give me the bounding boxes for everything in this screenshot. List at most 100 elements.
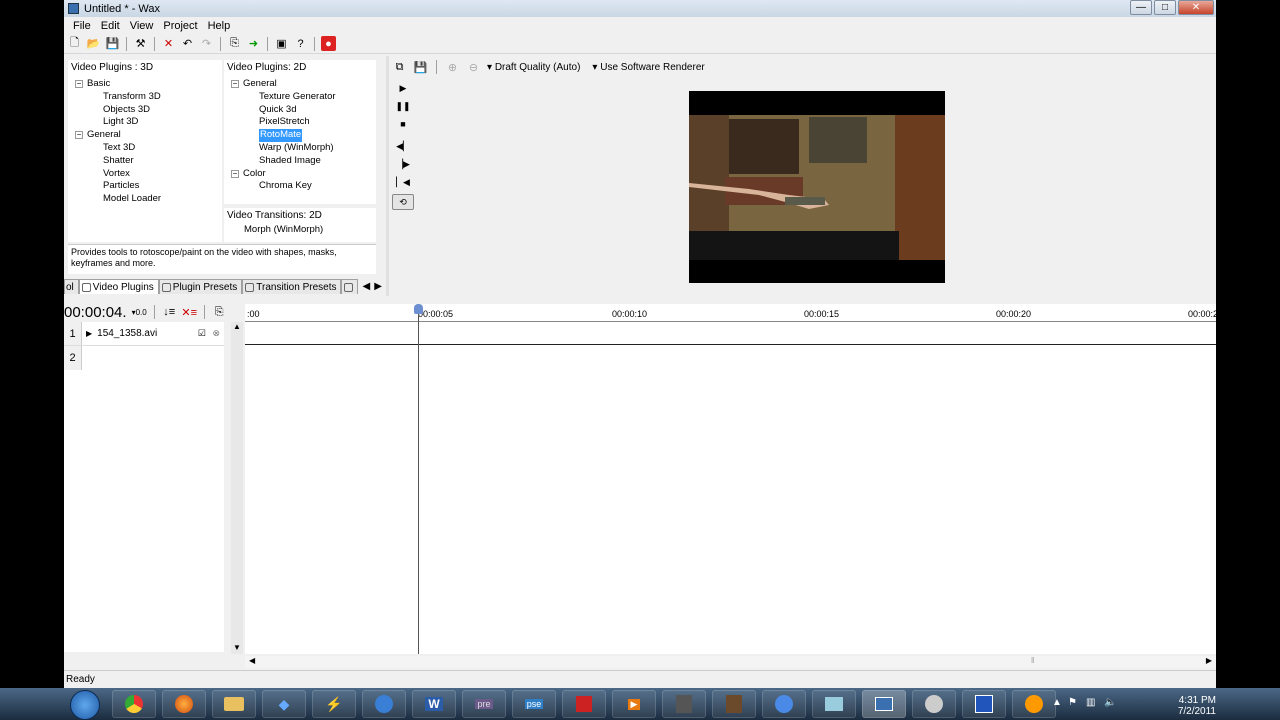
scroll-down-icon[interactable]: ▼ (233, 643, 241, 652)
zoom-out-icon[interactable]: ⊖ (466, 60, 481, 75)
tree-item[interactable]: Warp (WinMorph) (224, 142, 376, 155)
tree-group[interactable]: − Color (224, 168, 376, 181)
action-center-icon[interactable]: ⚑ (1068, 697, 1077, 708)
scroll-right-icon[interactable]: ▶ (1206, 656, 1212, 665)
renderer-dropdown[interactable]: ▾ Use Software Renderer (592, 62, 704, 73)
explorer-icon[interactable] (212, 690, 256, 718)
go-start-icon[interactable]: ▏◀ (392, 174, 414, 190)
magic-wand-icon[interactable]: ⚒ (133, 36, 148, 51)
close-button[interactable]: ✕ (1178, 0, 1214, 15)
track-enable-icon[interactable]: ☑ (198, 328, 206, 339)
menu-project[interactable]: Project (158, 20, 202, 32)
tray-expand-icon[interactable]: ▲ (1052, 697, 1062, 708)
transition-item[interactable]: Morph (WinMorph) (244, 224, 323, 235)
record-icon[interactable]: ● (321, 36, 336, 51)
scroll-thumb-grip[interactable]: ‖ (1031, 656, 1034, 665)
menu-view[interactable]: View (125, 20, 159, 32)
wax-icon[interactable] (862, 690, 906, 718)
tree-group[interactable]: − General (68, 129, 222, 142)
tree-item[interactable]: Chroma Key (224, 180, 376, 193)
tab-transition-presets[interactable]: Transition Presets (242, 279, 342, 294)
copy-frame-icon[interactable]: ⧉ (392, 60, 407, 75)
add-track-icon[interactable]: ↓≡ (162, 305, 177, 320)
save-icon[interactable]: 💾 (105, 36, 120, 51)
collapse-icon[interactable]: − (231, 80, 239, 88)
timeline-area[interactable]: :00 00:00:05 00:00:10 00:00:15 00:00:20 … (245, 304, 1216, 654)
tree-item[interactable]: Quick 3d (224, 104, 376, 117)
export-arrow-icon[interactable]: ➜ (246, 36, 261, 51)
tree-item[interactable]: Particles (68, 180, 222, 193)
delete-icon[interactable]: ✕ (161, 36, 176, 51)
itunes-icon[interactable] (362, 690, 406, 718)
character-icon[interactable] (712, 690, 756, 718)
itunes-alt-icon[interactable] (762, 690, 806, 718)
scroll-left-icon[interactable]: ◀ (249, 656, 255, 665)
disc-icon[interactable] (912, 690, 956, 718)
quality-dropdown[interactable]: ▾ Draft Quality (Auto) (487, 62, 580, 73)
loop-icon[interactable]: ⟲ (392, 194, 414, 210)
menu-file[interactable]: File (68, 20, 96, 32)
tree-item[interactable]: PixelStretch (224, 116, 376, 129)
pause-icon[interactable]: ❚❚ (392, 98, 414, 114)
play-icon[interactable]: ▶ (392, 80, 414, 96)
tree-item[interactable]: Shaded Image (224, 155, 376, 168)
tab-scroll-left-icon[interactable]: ◀ (362, 281, 370, 292)
clock[interactable]: 4:31 PM 7/2/2011 (1178, 695, 1216, 717)
tree-item[interactable]: Vortex (68, 168, 222, 181)
next-frame-icon[interactable]: ▕▶ (392, 156, 414, 172)
menu-help[interactable]: Help (203, 20, 236, 32)
chrome-icon[interactable] (112, 690, 156, 718)
track-delete-icon[interactable]: ⊗ (212, 328, 220, 339)
tree-item[interactable]: Text 3D (68, 142, 222, 155)
tree-item[interactable]: Texture Generator (224, 91, 376, 104)
tree-item[interactable]: Transform 3D (68, 91, 222, 104)
timeline-vertical-scrollbar[interactable]: ▲ ▼ (231, 322, 243, 654)
tree-item[interactable]: Shatter (68, 155, 222, 168)
media-player-icon[interactable]: ▶ (612, 690, 656, 718)
open-icon[interactable]: 📂 (86, 36, 101, 51)
game-icon[interactable] (662, 690, 706, 718)
tree-group[interactable]: − Basic (68, 78, 222, 91)
dropbox-icon[interactable]: ◆ (262, 690, 306, 718)
maximize-button[interactable]: □ (1154, 0, 1176, 15)
time-ruler[interactable]: :00 00:00:05 00:00:10 00:00:15 00:00:20 … (245, 304, 1216, 322)
volume-icon[interactable]: 🔈 (1104, 697, 1116, 708)
zoom-in-icon[interactable]: ⊕ (445, 60, 460, 75)
timeline-horizontal-scrollbar[interactable]: ◀ ‖ ▶ (245, 656, 1216, 668)
properties-icon[interactable]: ▣ (274, 36, 289, 51)
tab-more[interactable] (341, 279, 359, 294)
tree-item[interactable]: Light 3D (68, 116, 222, 129)
remove-track-icon[interactable]: ✕≡ (181, 305, 197, 320)
winamp-icon[interactable]: ⚡ (312, 690, 356, 718)
tab-scroll-right-icon[interactable]: ▶ (374, 281, 382, 292)
track-row[interactable]: 1 ▶ 154_1358.avi ☑ ⊗ (64, 322, 224, 346)
undo-icon[interactable]: ↶ (180, 36, 195, 51)
tab-video-plugins[interactable]: Video Plugins (78, 279, 159, 294)
premiere-icon[interactable]: pre (462, 690, 506, 718)
stop-icon[interactable]: ■ (392, 116, 414, 132)
save-frame-icon[interactable]: 💾 (413, 60, 428, 75)
track-row[interactable]: 2 (64, 346, 224, 370)
start-button[interactable] (70, 690, 100, 720)
tree-group[interactable]: − General (224, 78, 376, 91)
tab-plugin-presets[interactable]: Plugin Presets (158, 279, 243, 294)
redo-icon[interactable]: ↷ (199, 36, 214, 51)
collapse-icon[interactable]: − (231, 169, 239, 178)
minimize-button[interactable]: — (1130, 0, 1152, 15)
acrobat-icon[interactable] (562, 690, 606, 718)
tree-item[interactable]: RotoMate (224, 129, 376, 142)
new-icon[interactable]: 🗋 (67, 36, 82, 51)
tree-item[interactable]: Objects 3D (68, 104, 222, 117)
firefox-icon[interactable] (162, 690, 206, 718)
playhead-handle[interactable] (414, 304, 423, 314)
playhead[interactable] (414, 304, 423, 654)
expand-arrow-icon[interactable]: ▶ (86, 329, 92, 338)
word-icon[interactable]: W (412, 690, 456, 718)
track-properties-icon[interactable]: ⎘ (212, 305, 227, 320)
render-icon[interactable]: ⎘ (227, 36, 242, 51)
tree-item[interactable]: Model Loader (68, 193, 222, 206)
tab-partial[interactable]: ol (64, 279, 79, 294)
collapse-icon[interactable]: − (75, 131, 83, 140)
network-icon[interactable]: ▥ (1086, 697, 1095, 708)
collapse-icon[interactable]: − (75, 80, 83, 88)
